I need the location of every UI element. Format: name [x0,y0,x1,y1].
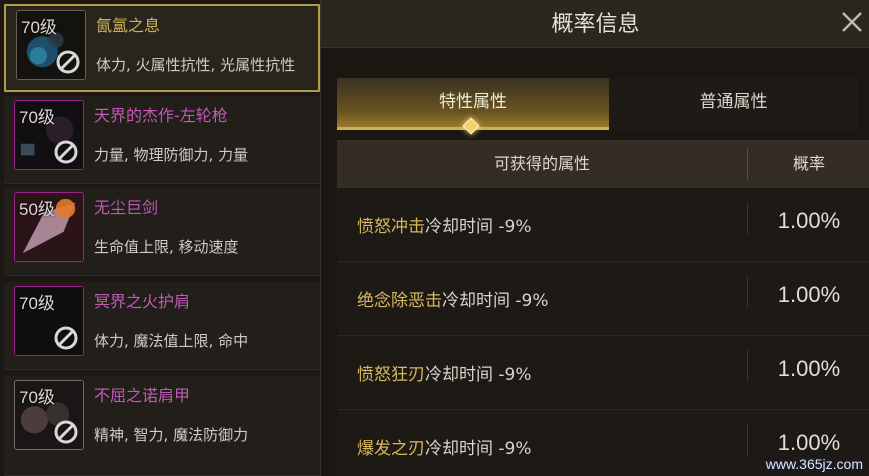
list-item[interactable]: 70级 氤氲之息 体力, 火属性抗性, 光属性抗性 [4,4,320,92]
unavailable-icon [54,140,78,164]
item-level: 70级 [19,108,55,127]
item-name: 天界的杰作-左轮枪 [94,106,228,125]
close-icon[interactable] [840,10,864,34]
header-probability: 概率 [792,154,825,173]
item-stats: 体力, 火属性抗性, 光属性抗性 [96,56,296,74]
item-thumbnail: 70级 [14,100,84,170]
list-item[interactable]: 70级 天界的杰作-左轮枪 力量, 物理防御力, 力量 [4,96,320,184]
watermark: www.365jz.com [765,456,863,472]
table-row: 愤怒狂刃冷却时间 -9% 1.00% [337,336,869,410]
item-stats: 生命值上限, 移动速度 [94,238,239,256]
probability-value: 1.00% [777,282,841,307]
header-attribute: 可获得的属性 [493,154,590,173]
item-thumbnail: 70级 [14,380,84,450]
item-stats: 精神, 智力, 魔法防御力 [94,426,249,444]
skill-effect: 冷却时间 -9% [425,217,532,237]
attribute-text: 爆发之刃冷却时间 -9% [357,434,532,459]
item-level: 70级 [19,294,55,313]
skill-name: 愤怒冲击 [357,217,425,237]
skill-effect: 冷却时间 -9% [425,365,532,385]
item-level: 50级 [19,200,55,219]
screen: 70级 氤氲之息 体力, 火属性抗性, 光属性抗性 70级 天界的杰作-左轮枪 … [0,0,869,476]
probability-value: 1.00% [777,356,841,381]
item-name: 不屈之诺肩甲 [94,386,191,405]
list-item[interactable]: 70级 不屈之诺肩甲 精神, 智力, 魔法防御力 [4,376,320,476]
probability-value: 1.00% [777,208,841,233]
skill-name: 绝念除恶击 [357,291,442,311]
item-level: 70级 [21,18,57,37]
modal-title: 概率信息 [551,12,640,37]
unavailable-icon [54,420,78,444]
skill-name: 愤怒狂刃 [357,365,425,385]
modal-header: 概率信息 [321,0,869,48]
attribute-text: 愤怒冲击冷却时间 -9% [357,212,532,237]
attribute-text: 愤怒狂刃冷却时间 -9% [357,360,532,385]
item-thumbnail: 70级 [14,286,84,356]
item-stats: 力量, 物理防御力, 力量 [94,146,249,164]
item-list[interactable]: 70级 氤氲之息 体力, 火属性抗性, 光属性抗性 70级 天界的杰作-左轮枪 … [0,0,320,476]
skill-effect: 冷却时间 -9% [442,291,549,311]
unavailable-icon [54,326,78,350]
attribute-text: 绝念除恶击冷却时间 -9% [357,286,549,311]
probability-modal: 概率信息 特性属性 普通属性 可获得的属性 概率 愤怒冲击冷却时间 -9% 1.… [320,0,869,476]
skill-effect: 冷却时间 -9% [425,439,532,459]
list-item[interactable]: 70级 冥界之火护肩 体力, 魔法值上限, 命中 [4,282,320,370]
list-item[interactable]: 50级 无尘巨剑 生命值上限, 移动速度 [4,188,320,276]
tab-normal-attributes[interactable]: 普通属性 [609,78,858,130]
item-level: 70级 [19,388,55,407]
item-thumbnail: 50级 [14,192,84,262]
item-stats: 体力, 魔法值上限, 命中 [94,332,249,350]
item-name: 冥界之火护肩 [94,292,191,311]
table-row: 绝念除恶击冷却时间 -9% 1.00% [337,262,869,336]
table-header: 可获得的属性 概率 [337,140,869,188]
probability-value: 1.00% [777,430,841,455]
item-name: 氤氲之息 [96,16,161,35]
table-row: 愤怒冲击冷却时间 -9% 1.00% [337,188,869,262]
skill-name: 爆发之刃 [357,439,425,459]
item-thumbnail: 70级 [16,10,86,80]
item-name: 无尘巨剑 [94,198,159,217]
unavailable-icon [56,50,80,74]
